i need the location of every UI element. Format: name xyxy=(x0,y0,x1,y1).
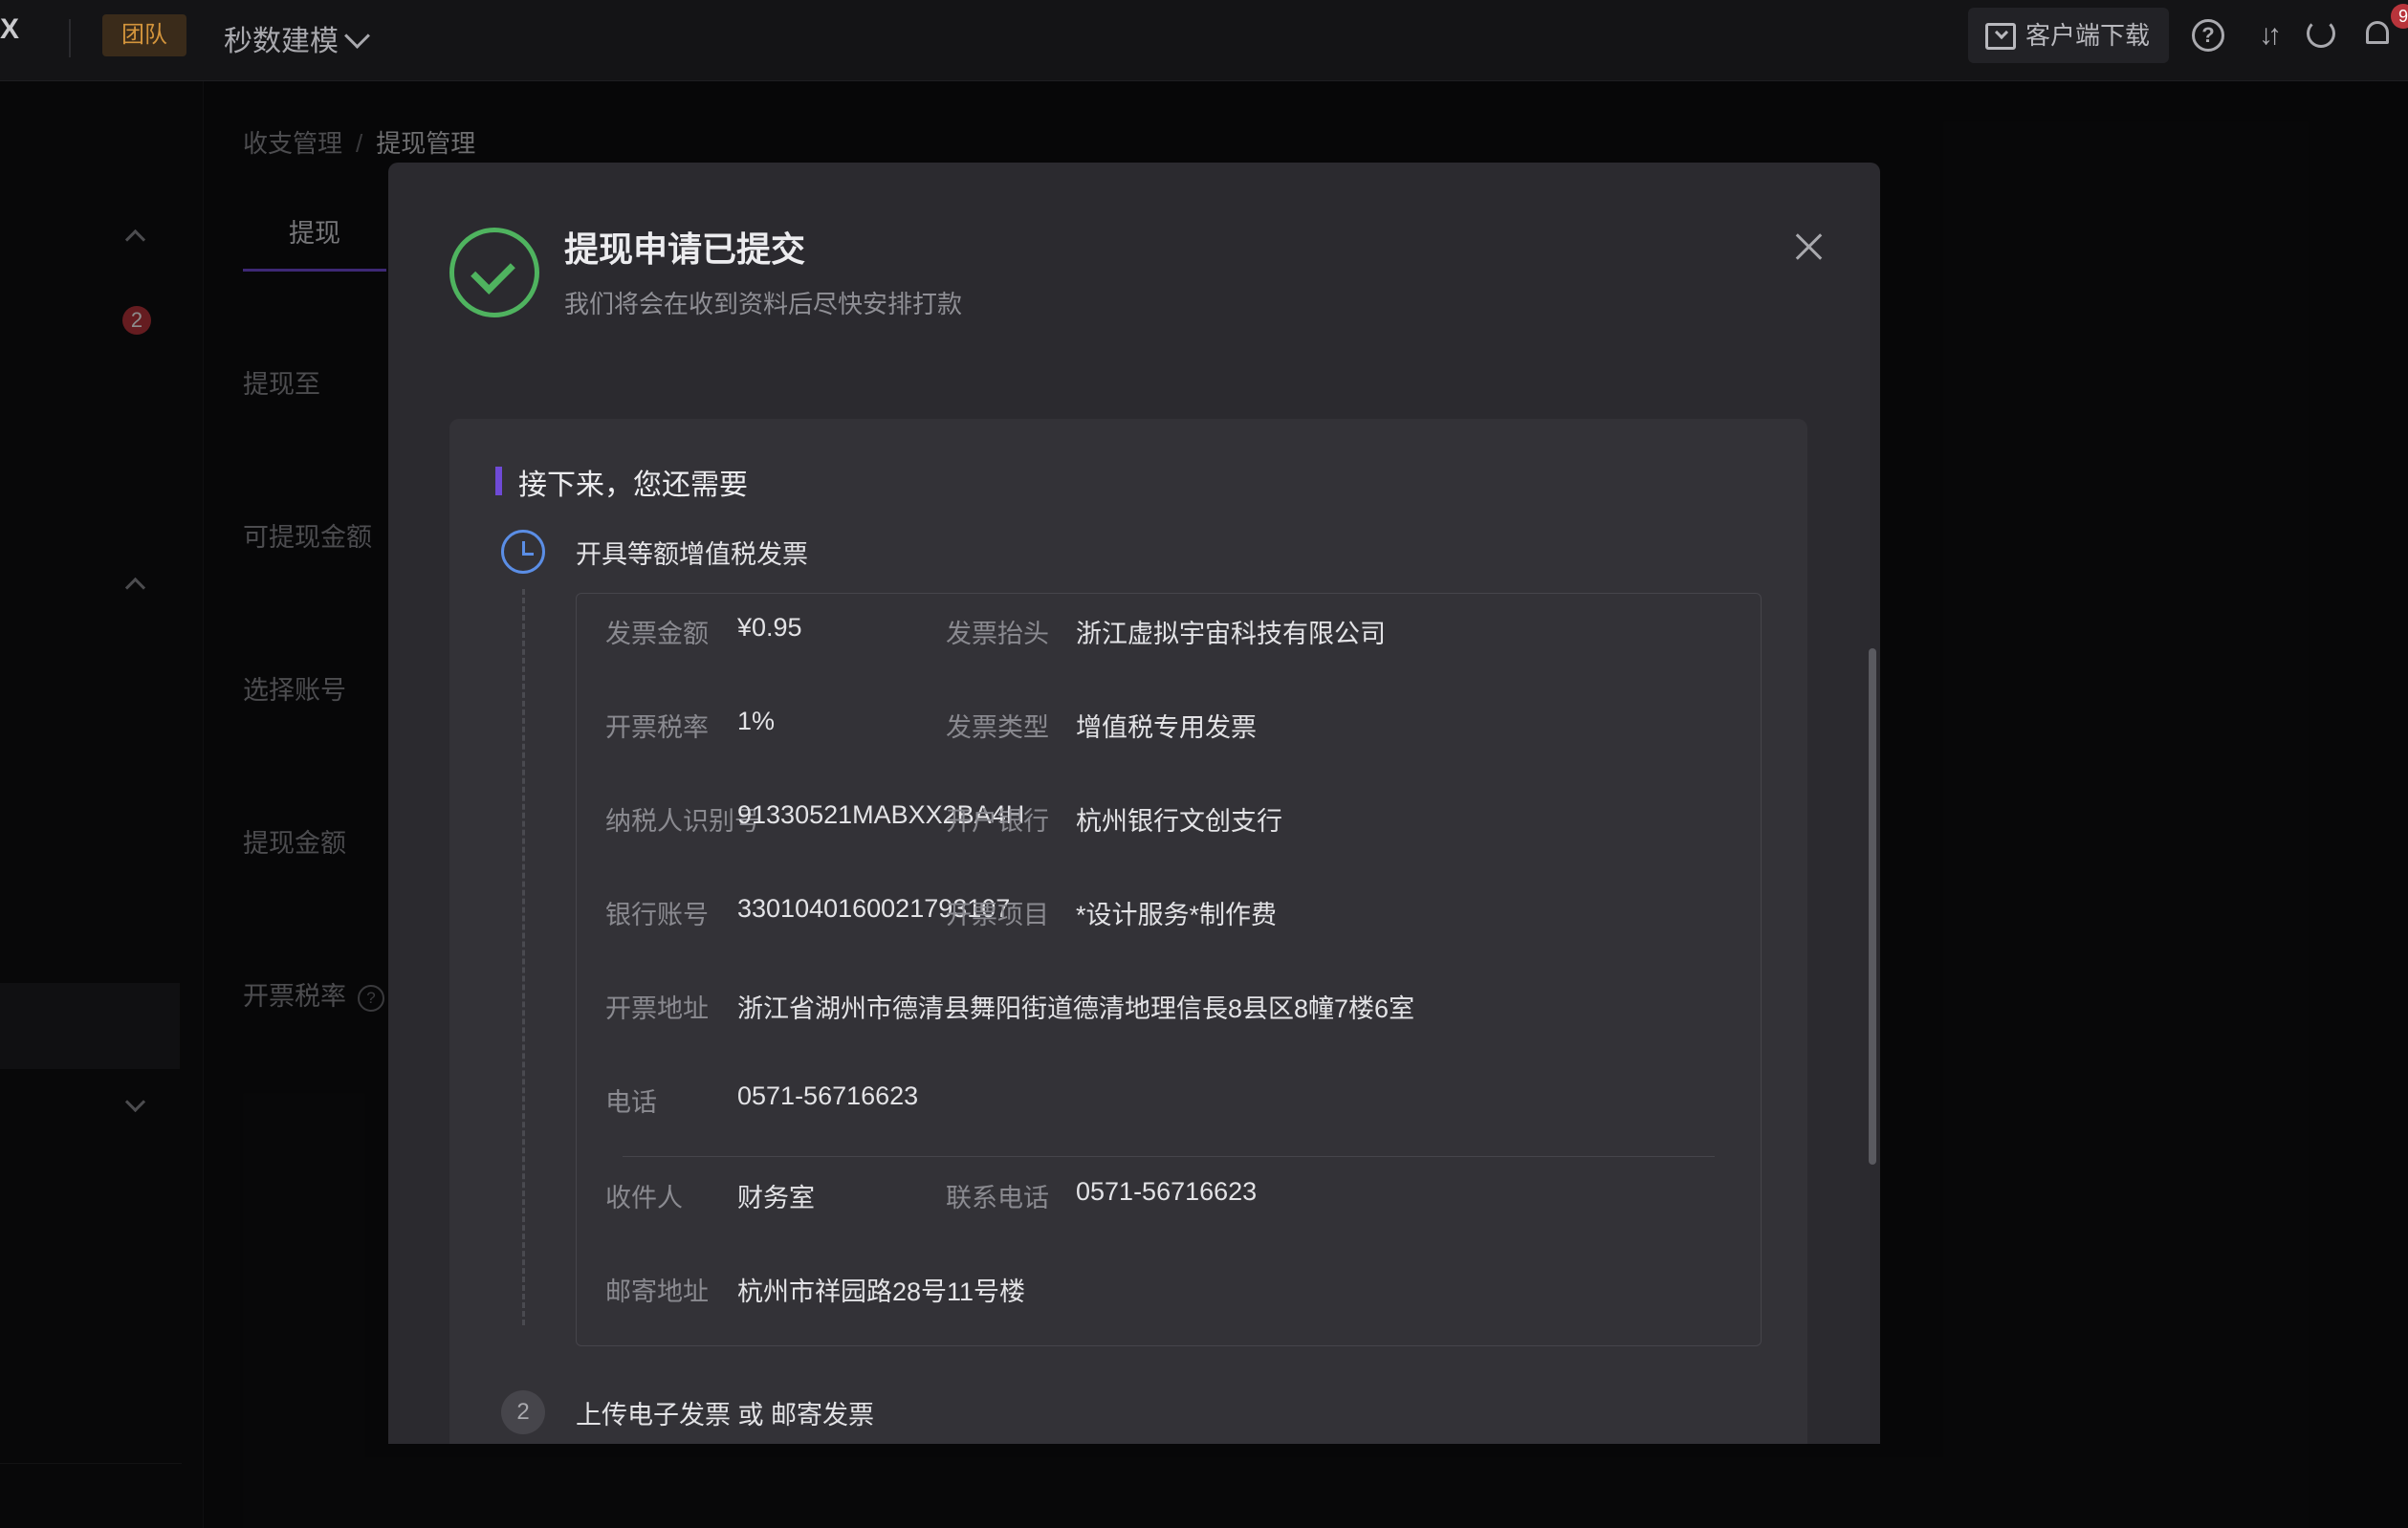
card-divider xyxy=(623,1156,1715,1157)
modal-title: 提现申请已提交 xyxy=(564,229,806,269)
bank-account-label: 银行账号 xyxy=(605,901,709,929)
download-icon xyxy=(1985,23,2016,50)
invoice-type-value: 增值税专用发票 xyxy=(1076,713,1257,742)
bell-icon[interactable] xyxy=(2364,19,2391,46)
bank-value: 杭州银行文创支行 xyxy=(1076,807,1282,836)
invoice-header-label: 发票抬头 xyxy=(946,620,1049,648)
recipient-value: 财务室 xyxy=(737,1184,815,1212)
top-bar: X 团队 秒数建模 客户端下载 ? ↓↑ 9 xyxy=(0,0,2408,81)
contact-phone-value: 0571-56716623 xyxy=(1076,1177,1258,1206)
clock-hand xyxy=(522,553,534,556)
check-mark xyxy=(471,250,515,295)
modal-scrollbar[interactable] xyxy=(1869,648,1876,1165)
project-name: 秒数建模 xyxy=(224,26,339,57)
help-icon[interactable]: ? xyxy=(2192,19,2224,52)
notification-badge: 9 xyxy=(2391,4,2408,29)
client-download-button[interactable]: 客户端下载 xyxy=(1968,8,2169,63)
modal-subtitle: 我们将会在收到资料后尽快安排打款 xyxy=(564,290,963,318)
step2-title: 上传电子发票 或 邮寄发票 xyxy=(576,1401,875,1430)
recipient-label: 收件人 xyxy=(605,1184,683,1212)
invoice-details-card: 发票金额 ¥0.95 发票抬头 浙江虚拟宇宙科技有限公司 开票税率 1% 发票类… xyxy=(576,593,1762,1346)
invoice-header-value: 浙江虚拟宇宙科技有限公司 xyxy=(1076,620,1386,648)
phone-value: 0571-56716623 xyxy=(737,1081,919,1110)
invoice-item-label: 开票项目 xyxy=(946,901,1049,929)
app-logo[interactable]: X xyxy=(0,13,19,46)
section-accent-bar xyxy=(495,467,502,495)
bell-body xyxy=(2366,21,2389,44)
clock-icon xyxy=(501,530,545,574)
invoice-type-label: 发票类型 xyxy=(946,713,1049,742)
invoice-amount-value: ¥0.95 xyxy=(737,613,802,642)
step2-number: 2 xyxy=(501,1390,545,1434)
close-icon[interactable] xyxy=(1790,228,1828,266)
phone-label: 电话 xyxy=(605,1088,657,1117)
invoice-address-label: 开票地址 xyxy=(605,994,709,1023)
tax-rate-value: 1% xyxy=(737,707,776,735)
top-divider xyxy=(69,19,71,57)
sort-icon[interactable]: ↓↑ xyxy=(2251,19,2284,52)
chevron-down-icon xyxy=(344,23,370,49)
bank-label: 开户银行 xyxy=(946,807,1049,836)
tax-rate-label: 开票税率 xyxy=(605,713,709,742)
step-connector xyxy=(522,589,525,1325)
project-switcher[interactable]: 秒数建模 xyxy=(224,17,370,59)
step1-title: 开具等额增值税发票 xyxy=(576,540,808,569)
invoice-item-value: *设计服务*制作费 xyxy=(1076,901,1278,929)
invoice-address-value: 浙江省湖州市德清县舞阳街道德清地理信長8县区8幢7楼6室 xyxy=(737,994,1415,1023)
invoice-amount-label: 发票金额 xyxy=(605,620,709,648)
submission-success-modal: 提现申请已提交 我们将会在收到资料后尽快安排打款 接下来，您还需要 开具等额增值… xyxy=(388,163,1880,1444)
next-steps-title: 接下来，您还需要 xyxy=(518,469,748,501)
mail-address-label: 邮寄地址 xyxy=(605,1277,709,1306)
contact-phone-label: 联系电话 xyxy=(946,1184,1049,1212)
client-download-label: 客户端下载 xyxy=(2025,21,2151,50)
team-badge[interactable]: 团队 xyxy=(102,14,186,56)
mail-address-value: 杭州市祥园路28号11号楼 xyxy=(737,1277,1026,1306)
check-circle-icon xyxy=(449,228,539,317)
refresh-icon[interactable] xyxy=(2307,19,2335,48)
next-steps-panel: 接下来，您还需要 开具等额增值税发票 发票金额 ¥0.95 发票抬头 浙江虚拟宇… xyxy=(449,419,1807,1444)
